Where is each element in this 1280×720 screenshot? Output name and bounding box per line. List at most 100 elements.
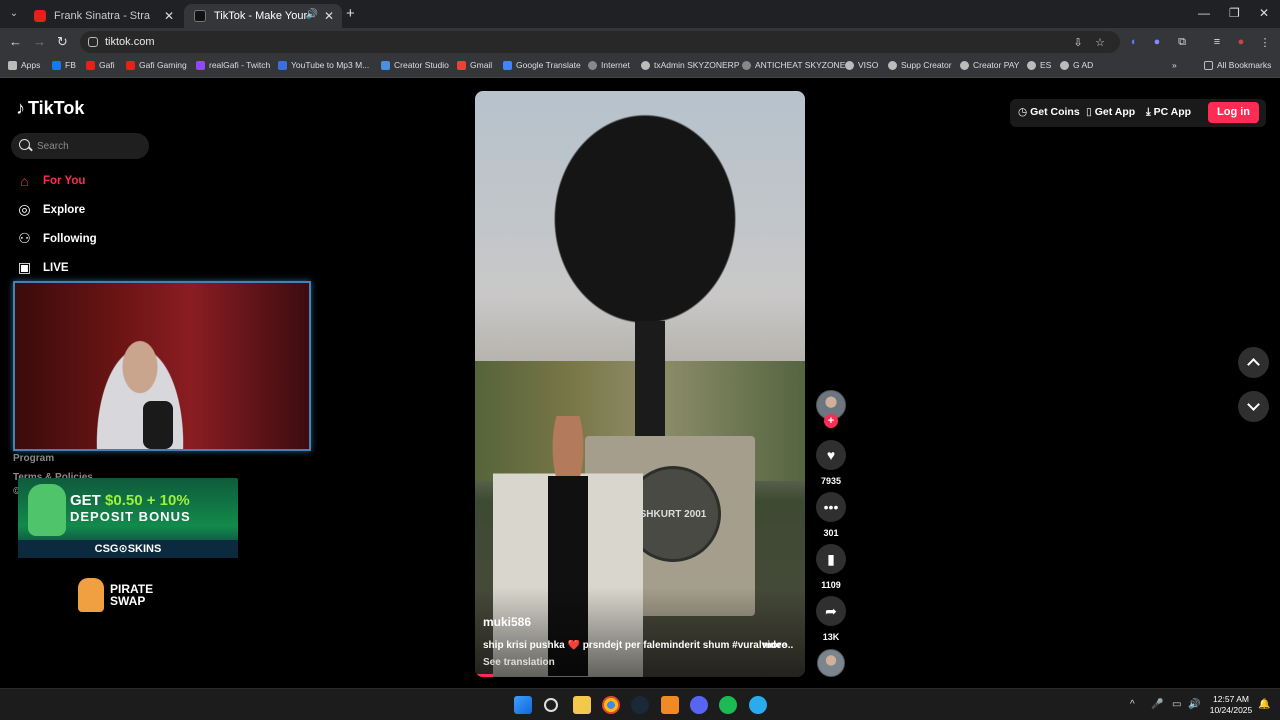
bookmark-item[interactable]: Apps (8, 60, 40, 70)
bookmarks-overflow-icon[interactable]: » (1172, 60, 1177, 70)
bookmark-item[interactable]: YouTube to Mp3 M... (278, 60, 369, 70)
tray-chevron-up-icon[interactable]: ^ (1130, 699, 1135, 710)
video-progress-bar[interactable] (475, 674, 493, 677)
tab-tiktok[interactable]: TikTok - Make Your Day 🔊 ✕ (184, 4, 342, 28)
extension-icon[interactable]: ● (1150, 35, 1164, 49)
tiktok-logo[interactable]: ♪ TikTok (16, 98, 84, 119)
bookmark-item[interactable]: Gafi (86, 60, 115, 70)
close-icon[interactable]: ✕ (164, 9, 174, 23)
bookmark-item[interactable]: Gmail (457, 60, 492, 70)
bookmark-item[interactable]: Internet (588, 60, 630, 70)
extensions-puzzle-icon[interactable]: ⧉ (1175, 35, 1189, 49)
bookmark-item[interactable]: G AD (1060, 60, 1093, 70)
spotify-icon[interactable] (719, 696, 737, 714)
bookmark-star-icon[interactable]: ☆ (1093, 35, 1107, 49)
url-text: tiktok.com (105, 36, 155, 48)
nav-for-you[interactable]: ⌂ For You (16, 172, 85, 189)
bookmark-item[interactable]: ANTICHEAT SKYZONE (742, 60, 845, 70)
extension-icon[interactable]: ◖ (1126, 35, 1140, 49)
nav-label: Explore (43, 203, 86, 216)
speaker-icon[interactable]: 🔊 (306, 9, 318, 20)
bookmark-label: All Bookmarks (1217, 60, 1272, 70)
media-queue-icon[interactable]: ≡ (1210, 35, 1224, 49)
bookmark-item[interactable]: Google Translate (503, 60, 581, 70)
network-icon[interactable]: ▭ (1172, 699, 1181, 710)
login-button[interactable]: Log in (1208, 102, 1259, 123)
next-video-button[interactable] (1238, 391, 1269, 422)
new-tab-button[interactable]: + (346, 5, 355, 22)
bookmark-label: Internet (601, 60, 630, 70)
discord-icon[interactable] (690, 696, 708, 714)
bookmark-item[interactable]: txAdmin SKYZONERP (641, 60, 740, 70)
get-app-button[interactable]: ▯ Get App (1086, 106, 1135, 118)
previous-video-button[interactable] (1238, 347, 1269, 378)
tiktok-favicon-icon (194, 10, 206, 22)
file-explorer-icon[interactable] (573, 696, 591, 714)
share-action[interactable]: ➦ 13K (815, 596, 847, 642)
nav-following[interactable]: ⚇ Following (16, 230, 96, 247)
microphone-icon[interactable]: 🎤 (1151, 699, 1163, 710)
heart-icon[interactable]: ♥ (816, 440, 846, 470)
site-info-icon[interactable] (88, 37, 98, 47)
bookmark-icon[interactable]: ▮ (816, 544, 846, 574)
share-icon[interactable]: ➦ (816, 596, 846, 626)
comment-action[interactable]: ••• 301 (815, 492, 847, 538)
bookmark-item[interactable]: Supp Creator (888, 60, 952, 70)
live-icon: ▣ (17, 259, 32, 275)
bookmark-item[interactable]: Creator Studio (381, 60, 449, 70)
app-icon[interactable] (661, 696, 679, 714)
restore-icon[interactable]: ❐ (1229, 6, 1240, 20)
nav-live[interactable]: ▣ LIVE (16, 259, 69, 276)
comment-icon[interactable]: ••• (816, 492, 846, 522)
bookmark-item[interactable]: ES (1027, 60, 1051, 70)
tab-frank-sinatra[interactable]: Frank Sinatra - Strangers In The ✕ (24, 4, 182, 28)
save-action[interactable]: ▮ 1109 (815, 544, 847, 590)
bookmark-item[interactable]: VISO (845, 60, 878, 70)
windows-start-icon[interactable] (514, 696, 532, 714)
bookmark-item[interactable]: Creator PAY (960, 60, 1019, 70)
bookmark-item[interactable]: FB (52, 60, 76, 70)
pc-app-button[interactable]: ⤓ PC App (1146, 106, 1191, 119)
comment-count: 301 (823, 528, 839, 538)
tab-search-icon[interactable]: ⌄ (6, 5, 22, 21)
bookmark-label: VISO (858, 60, 879, 70)
get-coins-button[interactable]: ◷ Get Coins (1018, 106, 1080, 118)
globe-icon (588, 60, 597, 70)
back-button[interactable]: ← (9, 34, 22, 49)
close-icon[interactable]: ✕ (324, 9, 334, 23)
install-app-icon[interactable]: ⇩ (1071, 35, 1085, 49)
screen: ⌄ Frank Sinatra - Strangers In The ✕ Tik… (0, 0, 1280, 720)
profile-avatar-icon[interactable]: ● (1234, 35, 1248, 49)
like-action[interactable]: ♥ 7935 (815, 440, 847, 486)
chrome-icon[interactable] (602, 696, 620, 714)
see-translation-link[interactable]: See translation (483, 657, 555, 668)
more-button[interactable]: more (763, 640, 787, 651)
search-icon[interactable] (544, 698, 558, 712)
tab-title: Frank Sinatra - Strangers In The (54, 10, 150, 22)
nav-explore[interactable]: ◎ Explore (16, 201, 85, 218)
streamer-image (85, 323, 195, 449)
pirate-line2: SWAP (110, 594, 146, 608)
footer-link-program[interactable]: Program (13, 453, 54, 464)
notification-icon[interactable]: 🔔 (1258, 699, 1270, 710)
menu-kebab-icon[interactable]: ⋮ (1258, 35, 1272, 49)
all-bookmarks-button[interactable]: All Bookmarks (1204, 60, 1271, 70)
bookmark-item[interactable]: Gafi Gaming (126, 60, 187, 70)
bookmark-item[interactable]: realGafi - Twitch (196, 60, 270, 70)
video-author[interactable]: muki586 (483, 615, 531, 629)
steam-icon[interactable] (631, 696, 649, 714)
sound-avatar[interactable] (817, 649, 845, 677)
video-player[interactable]: SHKURT 2001 muki586 ship krisi pushka ❤️… (475, 91, 805, 677)
window-close-icon[interactable]: ✕ (1259, 6, 1269, 20)
search-input[interactable]: Search (11, 133, 149, 159)
system-clock[interactable]: 12:57 AM 10/24/2025 (1206, 694, 1256, 716)
follow-plus-icon[interactable]: + (824, 414, 838, 428)
volume-icon[interactable]: 🔊 (1188, 699, 1200, 710)
tiktok-note-icon: ♪ (16, 98, 25, 118)
forward-button[interactable]: → (33, 34, 46, 49)
tab-title: TikTok - Make Your Day (214, 10, 310, 22)
address-bar[interactable]: tiktok.com (80, 31, 1120, 53)
reload-button[interactable]: ↻ (57, 34, 68, 50)
telegram-icon[interactable] (749, 696, 767, 714)
minimize-icon[interactable]: — (1198, 6, 1210, 20)
